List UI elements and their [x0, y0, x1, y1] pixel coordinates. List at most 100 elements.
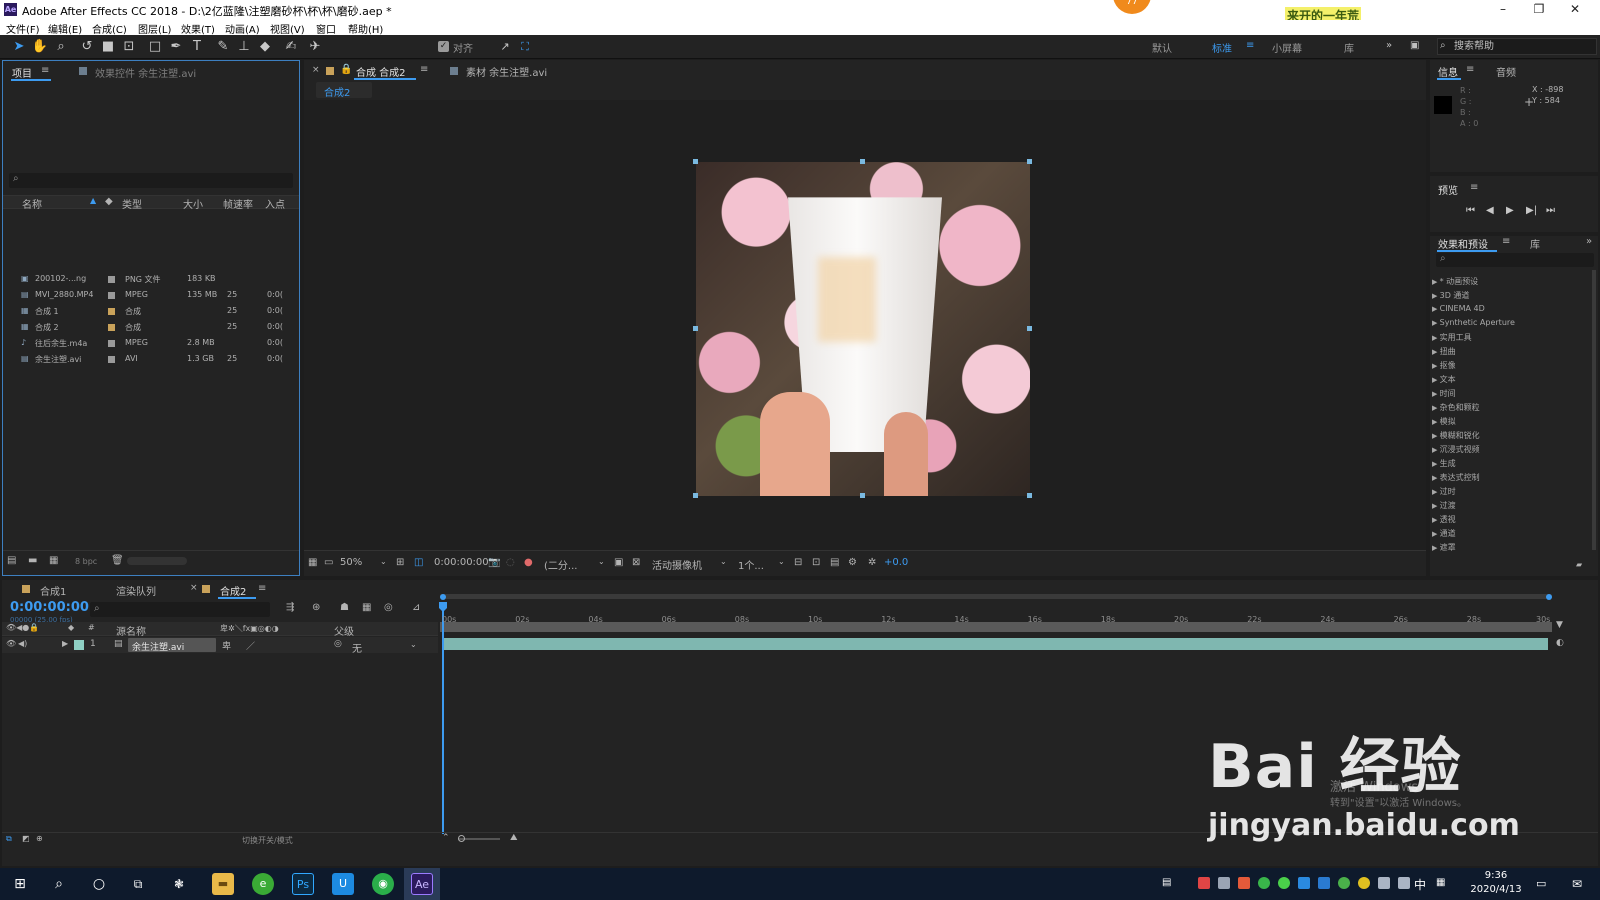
- timeline-menu-icon[interactable]: ≡: [258, 583, 266, 594]
- effect-category[interactable]: ▶ 过渡: [1432, 500, 1456, 511]
- tab-preview[interactable]: 预览: [1438, 182, 1458, 197]
- work-area-bar[interactable]: [440, 594, 1552, 599]
- monitor-icon[interactable]: ▭: [324, 557, 333, 568]
- effect-category[interactable]: ▶ 实用工具: [1432, 332, 1472, 343]
- expand-chevron-icon[interactable]: ▶: [62, 639, 68, 648]
- effect-category[interactable]: ▶ 表达式控制: [1432, 472, 1480, 483]
- pickwhip-icon[interactable]: ◎: [334, 639, 342, 649]
- region-of-interest-icon[interactable]: ▣: [614, 557, 623, 568]
- tray-mute-icon[interactable]: [1218, 877, 1230, 889]
- tray-volume-icon[interactable]: [1398, 877, 1410, 889]
- col-type[interactable]: 类型: [122, 196, 142, 211]
- col-fps[interactable]: 帧速率: [223, 196, 253, 211]
- keyframe-nav-icon[interactable]: ◐: [1556, 638, 1564, 648]
- workspace-library[interactable]: 库: [1344, 40, 1354, 55]
- project-item-row[interactable]: ▦ 合成 1 合成 25 0:0(: [19, 303, 299, 319]
- effect-category[interactable]: ▶ * 动画预设: [1432, 276, 1478, 287]
- expand-chevron-icon[interactable]: ▶: [1432, 376, 1440, 384]
- effect-category[interactable]: ▶ 生成: [1432, 458, 1456, 469]
- workspace-small-screen[interactable]: 小屏幕: [1272, 40, 1302, 55]
- effect-category[interactable]: ▶ 杂色和颗粒: [1432, 402, 1480, 413]
- next-frame-icon[interactable]: ▶|: [1526, 205, 1537, 216]
- tab-comp1[interactable]: 合成1: [40, 583, 66, 598]
- notification-badge[interactable]: 77: [1113, 0, 1151, 14]
- photoshop-icon[interactable]: Ps: [292, 873, 314, 895]
- snap-icon[interactable]: ↗: [496, 38, 514, 56]
- color-channels-icon[interactable]: ●: [524, 557, 533, 568]
- handle-tr[interactable]: [1027, 159, 1032, 164]
- toggle-switches-modes[interactable]: 切换开关/模式: [242, 835, 293, 846]
- effect-category[interactable]: ▶ 文本: [1432, 374, 1456, 385]
- close-button[interactable]: ✕: [1560, 2, 1590, 16]
- menu-file[interactable]: 文件(F): [6, 21, 40, 36]
- expand-chevron-icon[interactable]: ▶: [1432, 502, 1440, 510]
- current-timecode[interactable]: 0:00:00:00: [10, 600, 89, 615]
- camera-select[interactable]: 活动摄像机: [652, 557, 702, 572]
- tab-info[interactable]: 信息: [1438, 64, 1458, 79]
- effects-menu-icon[interactable]: ≡: [1502, 236, 1510, 247]
- menu-help[interactable]: 帮助(H): [348, 21, 383, 36]
- handle-tl[interactable]: [693, 159, 698, 164]
- comp-button-icon[interactable]: ▼: [1556, 620, 1563, 630]
- always-preview-icon[interactable]: ▦: [308, 557, 317, 568]
- col-source-name[interactable]: 源名称: [116, 623, 146, 638]
- snap-grid-icon[interactable]: ⛶: [516, 38, 534, 56]
- tray-green-icon[interactable]: [1338, 877, 1350, 889]
- project-item-row[interactable]: ▤ 余生注塑.avi AVI 1.3 GB 25 0:0(: [19, 351, 299, 367]
- play-icon[interactable]: ▶: [1506, 205, 1514, 216]
- item-label-color[interactable]: [108, 292, 115, 299]
- more-tabs-icon[interactable]: »: [1586, 236, 1592, 247]
- menu-layer[interactable]: 图层(L): [138, 21, 171, 36]
- effect-category[interactable]: ▶ 扭曲: [1432, 346, 1456, 357]
- first-frame-icon[interactable]: ⏮: [1466, 205, 1475, 216]
- expand-chevron-icon[interactable]: ▶: [1432, 460, 1440, 468]
- effects-scrollbar[interactable]: [1592, 270, 1596, 550]
- keyboard-icon[interactable]: ▤: [1162, 877, 1174, 889]
- menu-edit[interactable]: 编辑(E): [48, 21, 82, 36]
- workspace-standard[interactable]: 标准: [1212, 40, 1232, 55]
- interpret-footage-icon[interactable]: ▤: [7, 555, 16, 566]
- comp-mini-flowchart-icon[interactable]: ⇶: [286, 602, 294, 613]
- shy-switch-icon[interactable]: 卑: [222, 639, 231, 652]
- wechat-icon[interactable]: ◉: [372, 873, 394, 895]
- resolution-select[interactable]: (二分...: [544, 557, 577, 572]
- work-area-start[interactable]: [440, 594, 446, 600]
- panel-menu-icon[interactable]: ≡: [41, 65, 49, 76]
- expand-chevron-icon[interactable]: ▶: [1432, 530, 1440, 538]
- expand-chevron-icon[interactable]: ▶: [1432, 544, 1440, 552]
- col-parent[interactable]: 父级: [334, 623, 354, 638]
- expand-chevron-icon[interactable]: ▶: [1432, 418, 1440, 426]
- tab-render-queue[interactable]: 渲染队列: [116, 583, 156, 598]
- expand-layer-switches-icon[interactable]: ⧉: [6, 834, 12, 844]
- transparency-grid-icon[interactable]: ⊠: [632, 557, 640, 568]
- info-menu-icon[interactable]: ≡: [1466, 64, 1474, 75]
- minimize-button[interactable]: –: [1488, 2, 1518, 16]
- rotate-tool-icon[interactable]: ↺: [78, 38, 96, 56]
- playhead[interactable]: [442, 602, 444, 834]
- zoom-out-icon[interactable]: ⌃: [442, 833, 450, 843]
- rectangle-tool-icon[interactable]: □: [146, 38, 164, 56]
- maximize-button[interactable]: ❐: [1524, 2, 1554, 16]
- viewer-timecode[interactable]: 0:00:00:00: [434, 557, 489, 568]
- project-item-row[interactable]: ▣ 200102-...ng PNG 文件 183 KB: [19, 271, 299, 287]
- zoom-select[interactable]: 50%: [340, 557, 362, 568]
- windows-start-icon[interactable]: ⊞: [9, 873, 31, 895]
- expand-stretch-icon[interactable]: ⊕: [36, 834, 43, 843]
- text-tool-icon[interactable]: T: [188, 38, 206, 56]
- layer-duration-bar[interactable]: [444, 638, 1548, 650]
- clone-stamp-tool-icon[interactable]: ⊥: [235, 38, 253, 56]
- shy-layers-icon[interactable]: ☗: [340, 602, 349, 613]
- last-frame-icon[interactable]: ⏭: [1546, 205, 1555, 216]
- toggle-pixel-aspect-icon[interactable]: ⊟: [794, 557, 802, 568]
- effect-category[interactable]: ▶ 模拟: [1432, 416, 1456, 427]
- project-item-row[interactable]: ♪ 往后余生.m4a MPEG 2.8 MB 0:0(: [19, 335, 299, 351]
- effect-category[interactable]: ▶ 3D 通道: [1432, 290, 1469, 301]
- tray-network-icon[interactable]: [1378, 877, 1390, 889]
- workspace-menu-icon[interactable]: ≡: [1246, 40, 1254, 51]
- graph-editor-icon[interactable]: ⊿: [412, 602, 420, 613]
- calendar-icon[interactable]: ▦: [1436, 877, 1448, 889]
- draft-3d-icon[interactable]: ⊛: [312, 602, 320, 613]
- safe-margins-icon[interactable]: ⊞: [396, 557, 404, 568]
- pan-behind-tool-icon[interactable]: ⊡: [120, 38, 138, 56]
- handle-bl[interactable]: [693, 493, 698, 498]
